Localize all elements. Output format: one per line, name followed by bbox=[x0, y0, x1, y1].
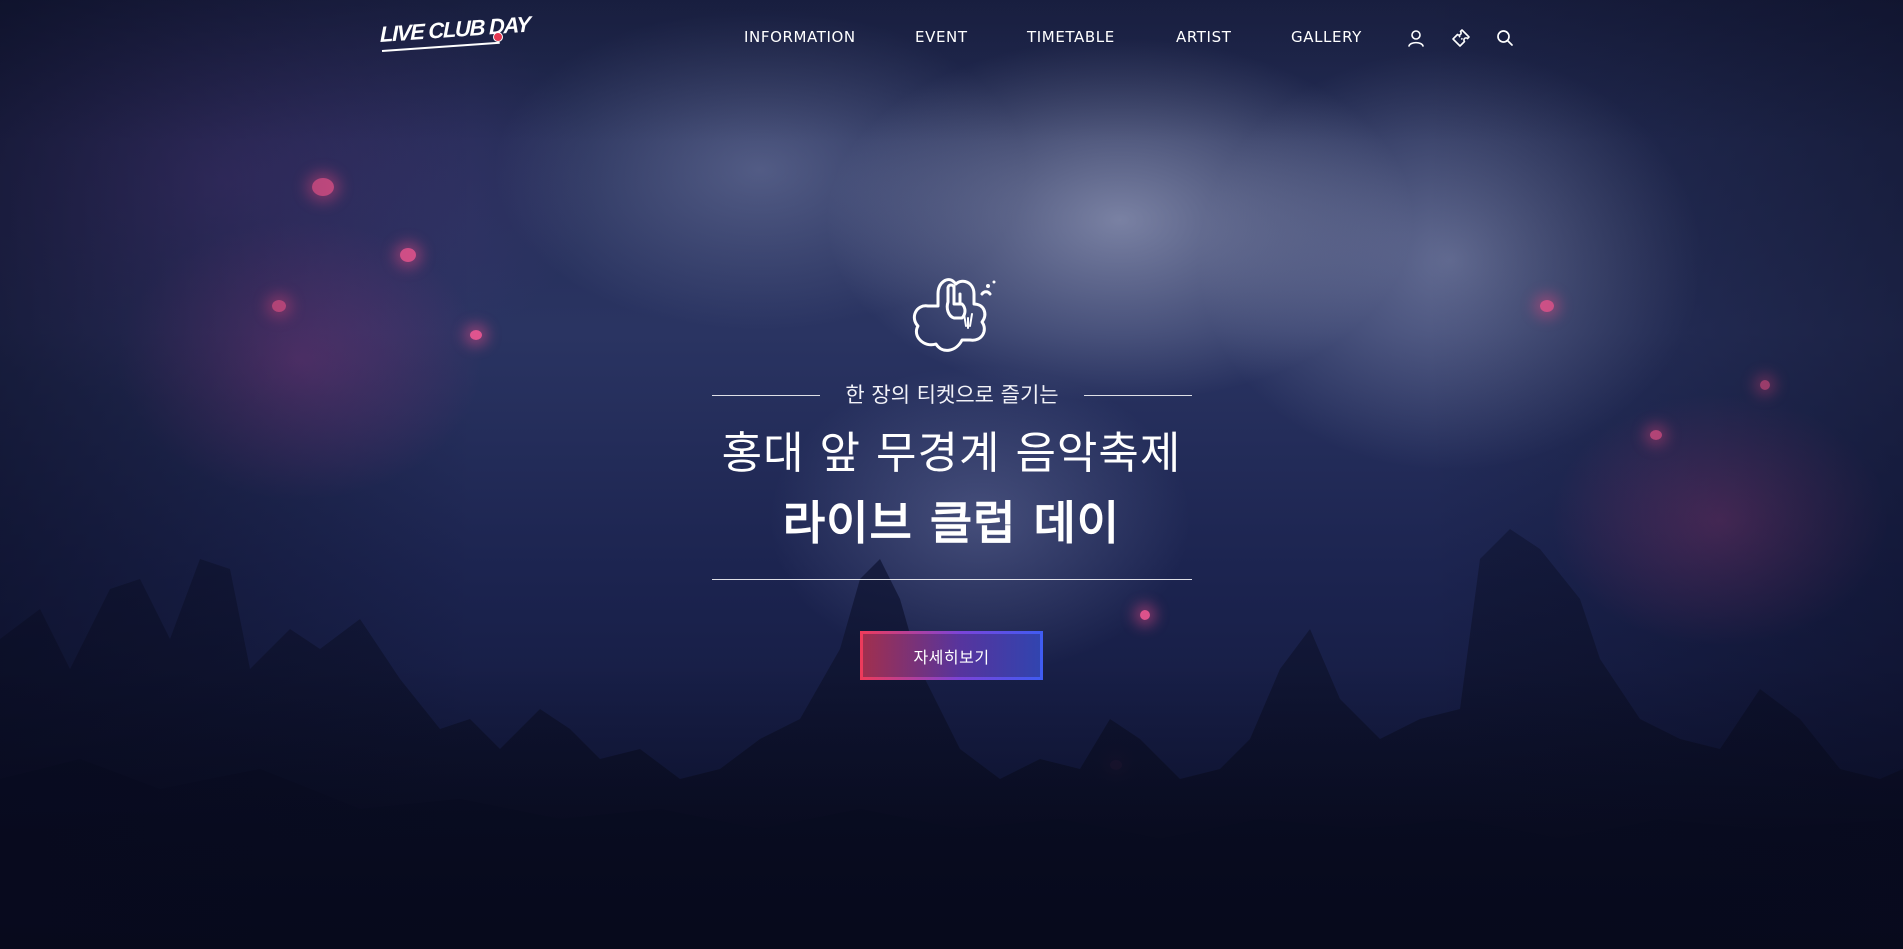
nav-item-timetable[interactable]: TIMETABLE bbox=[1027, 28, 1115, 46]
nav-item-information[interactable]: INFORMATION bbox=[744, 28, 856, 46]
search-icon[interactable] bbox=[1495, 28, 1515, 48]
nav-item-event[interactable]: EVENT bbox=[915, 28, 968, 46]
site-header: LIVE CLUB DAY INFORMATION EVENT TIMETABL… bbox=[0, 0, 1903, 78]
logo-badge-icon bbox=[493, 32, 503, 42]
tagline-line-right bbox=[1084, 395, 1192, 396]
rock-hand-emblem-icon bbox=[904, 264, 1000, 360]
ticket-icon[interactable] bbox=[1451, 28, 1471, 48]
nav-item-gallery[interactable]: GALLERY bbox=[1291, 28, 1362, 46]
site-logo[interactable]: LIVE CLUB DAY bbox=[380, 11, 530, 58]
nav-item-artist[interactable]: ARTIST bbox=[1176, 28, 1231, 46]
hero-tagline-row: 한 장의 티켓으로 즐기는 bbox=[712, 378, 1192, 412]
user-icon[interactable] bbox=[1406, 28, 1426, 48]
logo-text: LIVE CLUB DAY bbox=[380, 11, 530, 48]
view-details-button[interactable]: 자세히보기 bbox=[860, 631, 1043, 680]
hero-headline-line2: 라이브 클럽 데이 bbox=[782, 496, 1121, 550]
hero-divider bbox=[712, 579, 1192, 580]
hero-headline-line1: 홍대 앞 무경계 음악축제 bbox=[721, 428, 1182, 479]
